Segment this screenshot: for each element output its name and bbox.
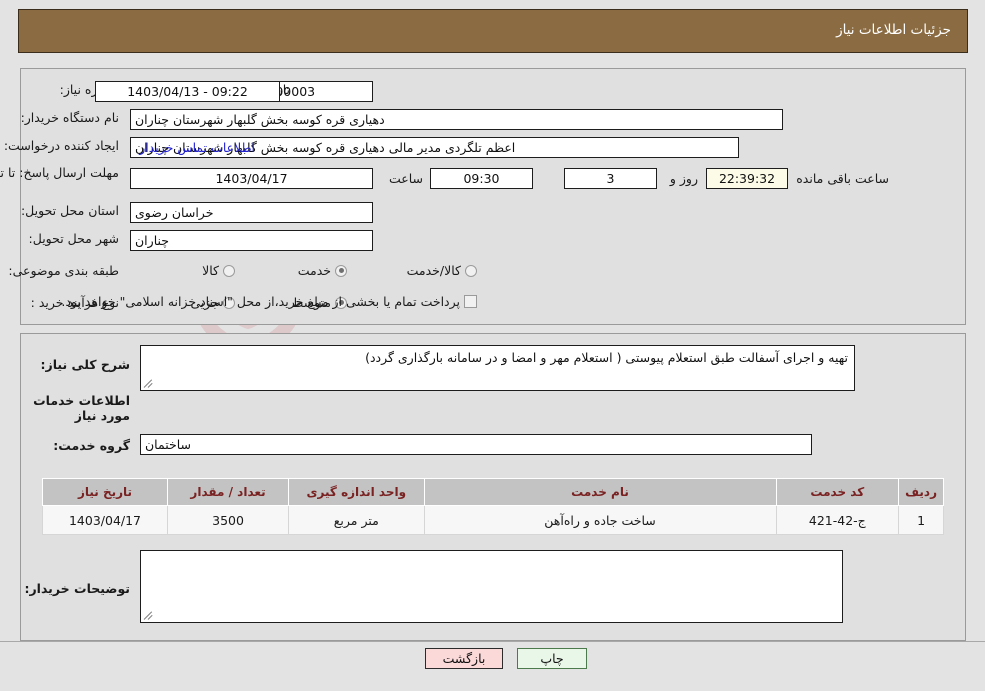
td-row-no: 1 (898, 505, 944, 535)
deadline-countdown-suffix: ساعت باقی مانده (796, 171, 889, 186)
deadline-time-field[interactable]: 09:30 (430, 168, 533, 189)
category-option-khedmat[interactable]: خدمت (298, 263, 347, 278)
services-table: ردیف کد خدمت نام خدمت واحد اندازه گیری ت… (42, 478, 944, 535)
th-unit: واحد اندازه گیری (288, 478, 425, 506)
province-row: استان محل تحویل: (21, 203, 119, 218)
treasury-bond-checkbox[interactable] (464, 295, 477, 308)
request-creator-label: ایجاد کننده درخواست: (3, 138, 119, 153)
category-row: طبقه بندی موضوعی: (8, 263, 119, 278)
radio-icon-kala[interactable] (223, 264, 235, 277)
buyer-notes-textarea[interactable] (140, 550, 843, 623)
buyer-org-label: نام دستگاه خریدار: (20, 110, 119, 125)
deadline-label: مهلت ارسال پاسخ: تا تاریخ: (0, 165, 119, 180)
table-row: 1 ج-42-421 ساخت جاده و راه‌آهن متر مربع … (42, 505, 944, 535)
service-group-field[interactable]: ساختمان (140, 434, 812, 455)
city-field[interactable]: چناران (130, 230, 373, 251)
buyer-notes-label: توضیحات خریدار: (24, 581, 130, 596)
public-announce-field[interactable]: 09:22 - 1403/04/13 (95, 81, 280, 102)
province-field[interactable]: خراسان رضوی (130, 202, 373, 223)
category-label: طبقه بندی موضوعی: (8, 263, 119, 278)
buyer-org-field[interactable]: دهیاری قره کوسه بخش گلبهار شهرستان چنارا… (130, 109, 783, 130)
city-row: شهر محل تحویل: (29, 231, 119, 246)
category-option-khedmat-label: خدمت (297, 263, 331, 278)
print-button[interactable]: چاپ (517, 648, 587, 669)
th-row-no: ردیف (898, 478, 944, 506)
deadline-days-suffix: روز و (669, 171, 698, 186)
resize-grip-icon (143, 378, 154, 388)
general-desc-value: تهیه و اجرای آسفالت طبق استعلام پیوستی (… (365, 350, 848, 365)
province-label: استان محل تحویل: (20, 203, 119, 218)
general-desc-label: شرح کلی نیاز: (40, 357, 130, 372)
page-title: جزئیات اطلاعات نیاز (836, 22, 951, 38)
td-service-name: ساخت جاده و راه‌آهن (423, 505, 777, 535)
footer-divider (0, 641, 985, 642)
deadline-time-label: ساعت (388, 171, 423, 186)
radio-icon-kala-khedmat[interactable] (465, 264, 477, 277)
treasury-bond-checkbox-wrap[interactable]: پرداخت تمام یا بخشی از مبلغ خرید،از محل … (61, 294, 477, 309)
category-option-kala-khedmat[interactable]: کالا/خدمت (407, 263, 477, 278)
td-unit: متر مربع (288, 505, 425, 535)
back-button[interactable]: بازگشت (425, 648, 503, 669)
city-label: شهر محل تحویل: (28, 231, 119, 246)
buyer-org-row: نام دستگاه خریدار: (21, 110, 119, 125)
deadline-label-block: مهلت ارسال پاسخ: تا تاریخ: (0, 165, 119, 180)
deadline-countdown-field: 22:39:32 (706, 168, 788, 189)
page-header: جزئیات اطلاعات نیاز (18, 9, 968, 53)
general-desc-textarea[interactable]: تهیه و اجرای آسفالت طبق استعلام پیوستی (… (140, 345, 855, 391)
service-group-label: گروه خدمت: (53, 438, 130, 453)
request-creator-row: ایجاد کننده درخواست: (4, 138, 119, 153)
radio-icon-khedmat[interactable] (335, 264, 347, 277)
th-service-code: کد خدمت (775, 478, 900, 506)
category-option-kala[interactable]: کالا (202, 263, 235, 278)
page-root: AriaTender.net AriaTender.net جزئیات اطل… (0, 0, 985, 691)
treasury-bond-label: پرداخت تمام یا بخشی از مبلغ خرید،از محل … (61, 294, 460, 309)
deadline-date-field[interactable]: 1403/04/17 (130, 168, 373, 189)
th-need-date: تاریخ نیاز (42, 478, 168, 506)
need-info-panel (20, 68, 966, 325)
td-service-code: ج-42-421 (775, 505, 900, 535)
resize-grip-icon-notes (143, 610, 154, 620)
td-quantity: 3500 (166, 505, 290, 535)
deadline-days-field[interactable]: 3 (564, 168, 657, 189)
buyer-contact-link[interactable]: اطلاعات تماس خریدار (139, 140, 255, 155)
services-section-title: اطلاعات خدمات مورد نیاز (33, 393, 130, 423)
td-need-date: 1403/04/17 (42, 505, 168, 535)
th-service-name: نام خدمت (423, 478, 777, 506)
category-option-kala-label: کالا (202, 263, 219, 278)
table-header-row: ردیف کد خدمت نام خدمت واحد اندازه گیری ت… (42, 478, 944, 506)
category-option-kala-khedmat-label: کالا/خدمت (406, 263, 461, 278)
th-quantity: تعداد / مقدار (166, 478, 290, 506)
